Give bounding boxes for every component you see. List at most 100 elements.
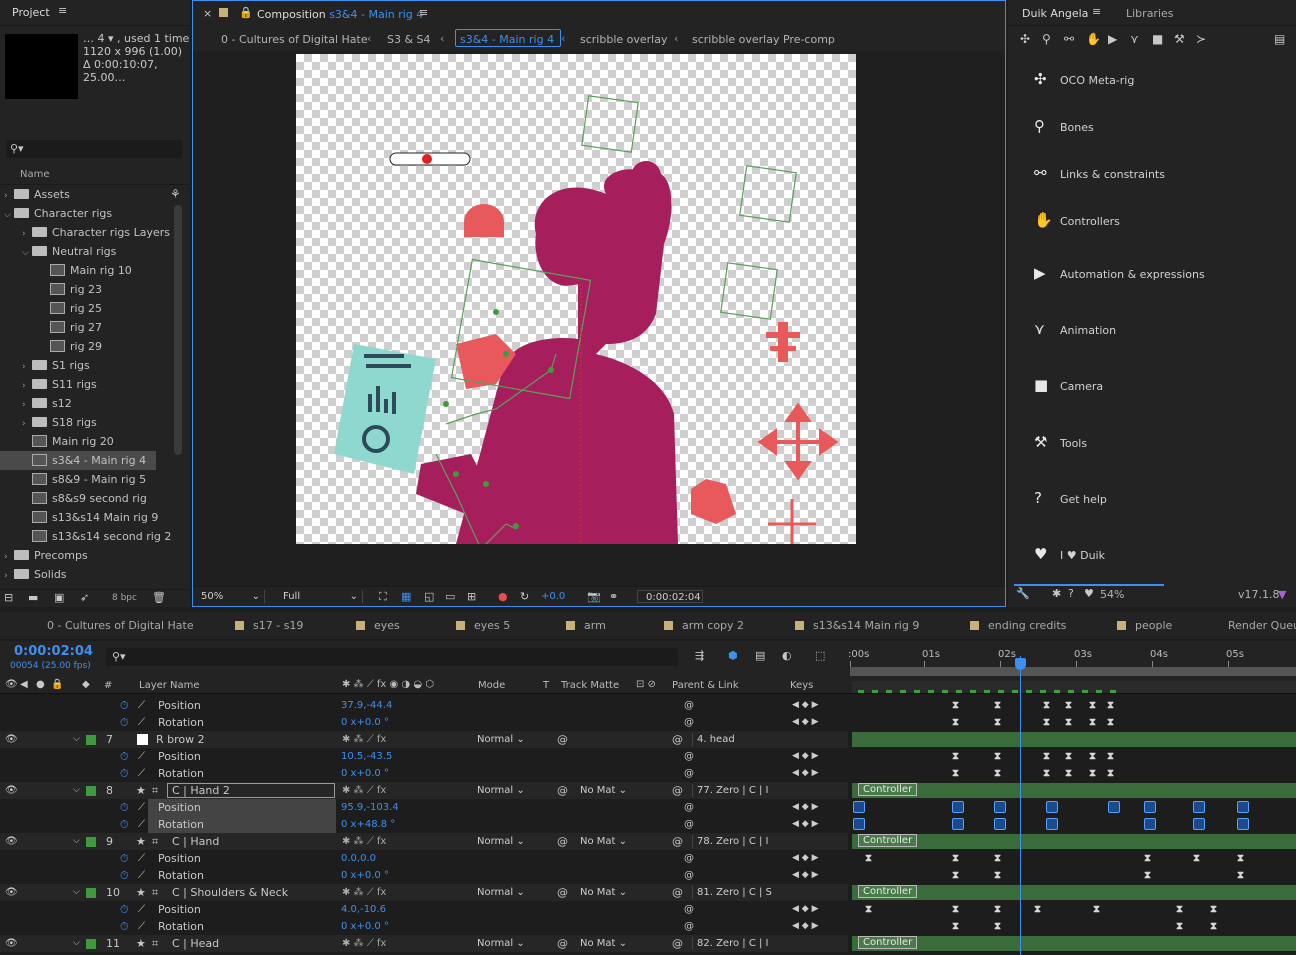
keyframe[interactable]: ⧗ bbox=[1065, 748, 1072, 765]
visibility-eye-icon[interactable]: 👁 bbox=[5, 782, 18, 799]
keyframe[interactable]: ⧗ bbox=[1107, 765, 1114, 782]
keyframe[interactable]: ⧗ bbox=[1034, 901, 1041, 918]
parent-pickwhip-icon[interactable]: @ bbox=[672, 731, 683, 748]
keyframe[interactable]: ⧗ bbox=[994, 765, 1001, 782]
render-icon[interactable]: ➶ bbox=[80, 591, 89, 604]
parent-pickwhip-icon[interactable]: @ bbox=[672, 782, 683, 799]
mask-icon[interactable]: ◱ bbox=[424, 590, 434, 603]
parent-pickwhip-icon[interactable]: @ bbox=[672, 884, 683, 901]
parent-pickwhip-icon[interactable]: @ bbox=[672, 935, 683, 952]
property-value[interactable]: 0 x+0.0 ° bbox=[341, 714, 389, 731]
project-comp-item[interactable]: rig 25 bbox=[0, 299, 156, 318]
project-comp-item[interactable]: s8&s9 second rig bbox=[0, 489, 156, 508]
graph-icon[interactable]: ⟋ bbox=[138, 867, 145, 884]
label-color-icon[interactable] bbox=[86, 888, 96, 898]
keyframe-selected[interactable] bbox=[994, 801, 1006, 813]
layer-switches[interactable]: ✱ ⁂ ⟋ fx bbox=[342, 833, 386, 850]
keyframe[interactable]: ⧗ bbox=[1065, 697, 1072, 714]
keyframe-selected[interactable] bbox=[853, 801, 865, 813]
twirl-down-icon[interactable]: ⌵ bbox=[73, 833, 80, 850]
keyframe-selected[interactable] bbox=[994, 818, 1006, 830]
track-matte-dropdown[interactable]: No Mat ⌄ bbox=[580, 886, 632, 899]
col-track-matte[interactable]: Track Matte bbox=[561, 680, 619, 691]
keyframe-selected[interactable] bbox=[1144, 818, 1156, 830]
layer-name[interactable]: C | Hand bbox=[172, 833, 219, 850]
keyframe[interactable]: ⧗ bbox=[952, 901, 959, 918]
play-icon[interactable]: ▶ bbox=[1108, 32, 1117, 46]
expression-icon[interactable]: @ bbox=[684, 799, 694, 816]
keyframe[interactable]: ⧗ bbox=[994, 697, 1001, 714]
keyframe-selected[interactable] bbox=[1046, 801, 1058, 813]
graph-icon[interactable]: ⟋ bbox=[138, 850, 145, 867]
property-row[interactable]: ⏱ ⟋ Position 37.9,-44.4 @ ◀ ◆ ▶ ⧗ ⧗ ⧗ ⧗ ⧗ ⧗ bbox=[0, 697, 1114, 714]
project-comp-item[interactable]: rig 27 bbox=[0, 318, 156, 337]
timeline-tab[interactable]: arm copy 2 bbox=[664, 618, 744, 634]
solo-icon[interactable]: ● bbox=[36, 679, 45, 690]
blend-mode-dropdown[interactable]: Normal ⌄ bbox=[477, 886, 533, 899]
keyframe-nav[interactable]: ◀ ◆ ▶ bbox=[792, 816, 819, 833]
grid-icon[interactable]: ⊞ bbox=[467, 590, 476, 603]
expression-icon[interactable]: @ bbox=[684, 918, 694, 935]
keyframe-nav[interactable]: ◀ ◆ ▶ bbox=[792, 765, 819, 782]
property-row[interactable]: ⏱ ⟋ Rotation 0 x+48.8 ° @ ◀ ◆ ▶ bbox=[0, 816, 1249, 833]
layer-name[interactable]: R brow 2 bbox=[156, 731, 205, 748]
keyframe[interactable]: ⧗ bbox=[1237, 867, 1244, 884]
time-ruler[interactable]: :00s 01s 02s 03s 04s 05s bbox=[848, 645, 1296, 677]
tools-icon[interactable]: ⚒ bbox=[1174, 32, 1185, 46]
heart-icon[interactable]: ♥ bbox=[1084, 587, 1094, 600]
wrench-icon[interactable]: 🔧 bbox=[1016, 587, 1030, 600]
blend-mode-dropdown[interactable]: Normal ⌄ bbox=[477, 835, 533, 848]
project-folder[interactable]: › S11 rigs bbox=[0, 375, 156, 394]
stopwatch-icon[interactable]: ⏱ bbox=[120, 748, 129, 765]
duik-item-hand[interactable]: ✋ Controllers bbox=[1034, 210, 1120, 230]
property-value[interactable]: 0 x+48.8 ° bbox=[341, 816, 395, 833]
duik-item-meta-rig[interactable]: ✣ OCO Meta-rig bbox=[1034, 69, 1134, 89]
keyframe[interactable]: ⧗ bbox=[1089, 697, 1096, 714]
project-tab[interactable]: Project bbox=[12, 6, 50, 19]
keyframe[interactable]: ⧗ bbox=[1043, 697, 1050, 714]
meta-rig-icon[interactable]: ✣ bbox=[1020, 32, 1030, 46]
keyframe[interactable]: ⧗ bbox=[1144, 867, 1151, 884]
stopwatch-icon[interactable]: ⏱ bbox=[120, 697, 129, 714]
expression-icon[interactable]: @ bbox=[684, 748, 694, 765]
keyframe-selected[interactable] bbox=[1144, 801, 1156, 813]
layer-switches[interactable]: ✱ ⁂ ⟋ fx bbox=[342, 884, 386, 901]
layer-name[interactable]: C | Shoulders & Neck bbox=[172, 884, 288, 901]
property-value[interactable]: 95.9,-103.4 bbox=[341, 799, 399, 816]
track-matte-dropdown[interactable]: No Mat ⌄ bbox=[580, 835, 632, 848]
stopwatch-icon[interactable]: ⏱ bbox=[120, 867, 129, 884]
expression-icon[interactable]: @ bbox=[684, 816, 694, 833]
interpret-footage-icon[interactable]: ⊟ bbox=[4, 591, 13, 604]
graph-icon[interactable]: ⟋ bbox=[138, 918, 145, 935]
keyframe[interactable]: ⧗ bbox=[1089, 748, 1096, 765]
keyframe[interactable]: ⧗ bbox=[952, 765, 959, 782]
keyframe-nav[interactable]: ◀ ◆ ▶ bbox=[792, 799, 819, 816]
keyframe[interactable]: ⧗ bbox=[1144, 850, 1151, 867]
color-channel-icon[interactable]: ● bbox=[498, 590, 508, 603]
pickwhip-icon[interactable]: @ bbox=[557, 833, 568, 850]
duik-item-link[interactable]: ⚯ Links & constraints bbox=[1034, 163, 1165, 183]
col-keys[interactable]: Keys bbox=[790, 680, 813, 691]
keyframe-nav[interactable]: ◀ ◆ ▶ bbox=[792, 867, 819, 884]
project-comp-item[interactable]: rig 29 bbox=[0, 337, 156, 356]
hand-icon[interactable]: ✋ bbox=[1086, 32, 1101, 46]
keyframe[interactable]: ⧗ bbox=[994, 748, 1001, 765]
pickwhip-icon[interactable]: @ bbox=[557, 782, 568, 799]
layer-bar[interactable] bbox=[852, 732, 1296, 747]
region-icon[interactable]: ⛶ bbox=[379, 590, 387, 604]
keyframe-selected[interactable] bbox=[1193, 801, 1205, 813]
work-area-bar[interactable] bbox=[850, 667, 1296, 676]
property-value[interactable]: 0 x+0.0 ° bbox=[341, 867, 389, 884]
twirl-down-icon[interactable]: ⌵ bbox=[73, 884, 80, 901]
pickwhip-icon[interactable]: @ bbox=[557, 884, 568, 901]
keyframe[interactable]: ⧗ bbox=[1089, 714, 1096, 731]
col-t[interactable]: T bbox=[543, 680, 549, 691]
keyframe[interactable]: ⧗ bbox=[1043, 765, 1050, 782]
project-comp-item[interactable]: s3&4 - Main rig 4 bbox=[0, 451, 156, 470]
project-folder[interactable]: › Character rigs Layers bbox=[0, 223, 170, 242]
keyframe-nav[interactable]: ◀ ◆ ▶ bbox=[792, 748, 819, 765]
keyframe[interactable]: ⧗ bbox=[1043, 714, 1050, 731]
keyframe-nav[interactable]: ◀ ◆ ▶ bbox=[792, 714, 819, 731]
parent-dropdown[interactable]: 78. Zero | C | I bbox=[692, 835, 778, 848]
duik-tab[interactable]: Duik Angela bbox=[1022, 7, 1088, 20]
